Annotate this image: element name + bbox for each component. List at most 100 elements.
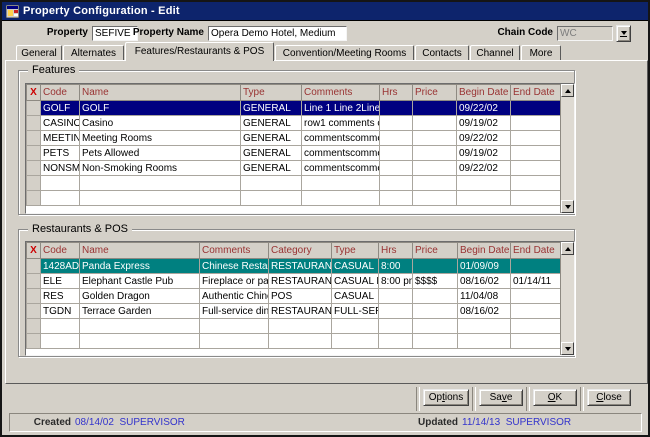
cell[interactable]: commentscommen: [302, 161, 380, 176]
cell[interactable]: [379, 304, 413, 319]
cell[interactable]: [380, 191, 413, 206]
cell[interactable]: GENERAL: [241, 101, 302, 116]
cell[interactable]: 01/09/09: [458, 259, 511, 274]
cell[interactable]: ELE: [41, 274, 80, 289]
cell[interactable]: [380, 116, 413, 131]
cell[interactable]: [80, 191, 241, 206]
empty-row[interactable]: [27, 319, 561, 334]
cell[interactable]: [413, 259, 458, 274]
scroll-up-button[interactable]: [561, 84, 574, 97]
chain-code-lov-button[interactable]: [616, 25, 631, 42]
cell[interactable]: 1428AD: [41, 259, 80, 274]
cell[interactable]: [380, 176, 413, 191]
tab-contacts[interactable]: Contacts: [415, 45, 469, 61]
cell[interactable]: row1 comments o: [302, 116, 380, 131]
cell[interactable]: [269, 319, 332, 334]
property-name-input[interactable]: Opera Demo Hotel, Medium: [208, 26, 347, 41]
cell[interactable]: [27, 319, 41, 334]
cell[interactable]: [457, 191, 511, 206]
cell[interactable]: [27, 274, 41, 289]
cell[interactable]: CASUAL: [332, 259, 379, 274]
cell[interactable]: [41, 191, 80, 206]
cell[interactable]: Meeting Rooms: [80, 131, 241, 146]
cell[interactable]: RESTAURANT: [269, 274, 332, 289]
cell[interactable]: [41, 334, 80, 349]
cell[interactable]: [241, 191, 302, 206]
cell[interactable]: [27, 131, 41, 146]
cell[interactable]: FULL-SER: [332, 304, 379, 319]
cell[interactable]: [413, 304, 458, 319]
cell[interactable]: [41, 319, 80, 334]
table-row[interactable]: GOLFGOLFGENERALLine 1 Line 2Line09/22/02: [27, 101, 561, 116]
cell[interactable]: [269, 334, 332, 349]
scroll-down-button[interactable]: [561, 200, 574, 213]
cell[interactable]: GOLF: [41, 101, 80, 116]
cell[interactable]: $$$$: [413, 274, 458, 289]
cell[interactable]: [413, 334, 458, 349]
cell[interactable]: [413, 191, 457, 206]
cell[interactable]: [27, 304, 41, 319]
cell[interactable]: [80, 319, 200, 334]
cell[interactable]: 01/14/11: [511, 274, 561, 289]
cell[interactable]: [511, 116, 561, 131]
table-row[interactable]: NONSMKNon-Smoking RoomsGENERALcommentsco…: [27, 161, 561, 176]
cell[interactable]: [511, 304, 561, 319]
cell[interactable]: [511, 176, 561, 191]
cell[interactable]: commentscommen: [302, 131, 380, 146]
cell[interactable]: [511, 259, 561, 274]
cell[interactable]: Terrace Garden: [80, 304, 200, 319]
cell[interactable]: 09/22/02: [457, 161, 511, 176]
cell[interactable]: [302, 176, 380, 191]
cell[interactable]: RESTAURANT: [269, 304, 332, 319]
cell[interactable]: [302, 191, 380, 206]
tab-channel[interactable]: Channel: [470, 45, 520, 61]
tab-alternates[interactable]: Alternates: [63, 45, 124, 61]
tab-features-restaurants-pos[interactable]: Features/Restaurants & POS: [125, 42, 274, 61]
cell[interactable]: [413, 116, 457, 131]
cell[interactable]: GENERAL: [241, 131, 302, 146]
cell[interactable]: POS: [269, 289, 332, 304]
scroll-up-button[interactable]: [561, 242, 574, 255]
cell[interactable]: 09/22/02: [457, 131, 511, 146]
table-row[interactable]: CASINOCasinoGENERALrow1 comments o09/19/…: [27, 116, 561, 131]
cell[interactable]: [80, 334, 200, 349]
scroll-track[interactable]: [561, 255, 574, 342]
cell[interactable]: [511, 334, 561, 349]
cell[interactable]: TGDN: [41, 304, 80, 319]
cell[interactable]: GOLF: [80, 101, 241, 116]
cell[interactable]: Chinese Restau: [200, 259, 269, 274]
tab-convention-meeting-rooms[interactable]: Convention/Meeting Rooms: [275, 45, 414, 61]
cell[interactable]: [458, 334, 511, 349]
cell[interactable]: 09/22/02: [457, 101, 511, 116]
cell[interactable]: [41, 176, 80, 191]
cell[interactable]: [27, 146, 41, 161]
ok-button[interactable]: OK: [533, 389, 577, 406]
cell[interactable]: [457, 176, 511, 191]
cell[interactable]: CASINO: [41, 116, 80, 131]
cell[interactable]: Fireplace or pat: [200, 274, 269, 289]
cell[interactable]: [511, 161, 561, 176]
cell[interactable]: [200, 319, 269, 334]
cell[interactable]: [241, 176, 302, 191]
cell[interactable]: RESTAURANT: [269, 259, 332, 274]
cell[interactable]: [413, 146, 457, 161]
cell[interactable]: [332, 334, 379, 349]
cell[interactable]: 09/19/02: [457, 116, 511, 131]
cell[interactable]: Pets Allowed: [80, 146, 241, 161]
cell[interactable]: [380, 161, 413, 176]
cell[interactable]: Authentic Chines: [200, 289, 269, 304]
cell[interactable]: 08/16/02: [458, 274, 511, 289]
table-row[interactable]: TGDNTerrace GardenFull-service dininREST…: [27, 304, 561, 319]
empty-row[interactable]: [27, 176, 561, 191]
cell[interactable]: [413, 176, 457, 191]
cell[interactable]: [413, 131, 457, 146]
cell[interactable]: NONSMK: [41, 161, 80, 176]
cell[interactable]: [379, 319, 413, 334]
cell[interactable]: [332, 319, 379, 334]
cell[interactable]: [380, 131, 413, 146]
scroll-track[interactable]: [561, 97, 574, 200]
cell[interactable]: Panda Express: [80, 259, 200, 274]
cell[interactable]: Golden Dragon: [80, 289, 200, 304]
cell[interactable]: 11/04/08: [458, 289, 511, 304]
cell[interactable]: [380, 146, 413, 161]
